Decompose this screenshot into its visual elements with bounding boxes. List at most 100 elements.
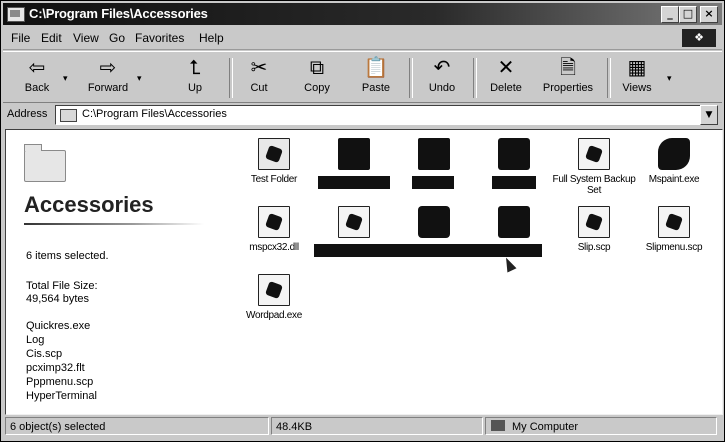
address-label: Address [7,108,48,120]
copy-icon: ⧉ [309,55,325,79]
file-item-selected[interactable] [472,136,556,196]
cut-button[interactable]: ✂ Cut [239,54,279,100]
back-dropdown-icon[interactable]: ▾ [63,74,68,84]
file-name: Wordpad.exe [246,310,302,321]
file-item-selected[interactable] [472,204,556,264]
status-bar: 6 object(s) selected 48.4KB My Computer [3,415,722,439]
menu-favorites[interactable]: Favorites [135,31,184,45]
file-item[interactable]: Wordpad.exe [232,272,316,332]
file-item-selected[interactable] [392,204,476,264]
selection-highlight [318,176,390,189]
backup-icon [578,138,610,170]
scissors-icon: ✂ [250,55,268,79]
minimize-button[interactable]: _ [661,6,679,23]
address-dropdown-button[interactable]: ▼ [700,105,718,125]
selection-highlight [314,244,392,257]
file-item[interactable]: Full System Backup Set [552,136,636,196]
document-icon [338,206,370,238]
views-button[interactable]: ▦ Views [617,54,657,100]
menu-help[interactable]: Help [199,31,224,45]
folder-icon [258,138,290,170]
folder-icon [338,138,370,170]
toolbar-separator [607,58,611,98]
selected-file-name: Quickres.exe [26,320,91,332]
address-bar: Address C:\Program Files\Accessories ▼ [3,103,722,127]
delete-button[interactable]: ✕ Delete [483,54,529,100]
file-name: mspcx32.dll [249,242,299,253]
address-value[interactable]: C:\Program Files\Accessories [82,108,227,120]
file-item-selected[interactable] [312,136,396,196]
toolbar-separator [229,58,233,98]
folder-icon [7,7,25,22]
back-arrow-icon: ⇦ [28,55,46,79]
folder-icon [60,109,77,122]
script-icon [658,206,690,238]
web-view-info-pane: Accessories 6 items selected. Total File… [6,130,220,414]
clipboard-icon: 📋 [363,55,389,79]
file-name: Test Folder [250,174,298,185]
paint-icon [658,138,690,170]
dll-icon [258,206,290,238]
file-item-selected[interactable] [392,136,476,196]
total-size-value: 49,564 bytes [26,293,89,305]
menu-bar: File Edit View Go Favorites Help ❖ [3,27,722,50]
views-dropdown-icon[interactable]: ▾ [667,74,672,84]
file-item[interactable]: mspcx32.dll [232,204,316,264]
undo-button[interactable]: ↶ Undo [421,54,463,100]
selection-count: 6 items selected. [26,250,109,262]
selected-file-name: pcximp32.flt [26,362,85,374]
selection-highlight [472,244,542,257]
menu-go[interactable]: Go [109,31,125,45]
folder-icon [418,138,450,170]
selection-highlight [492,176,536,189]
selected-file-name: HyperTerminal [26,390,97,402]
up-button[interactable]: ⮤ Up [175,54,215,100]
file-name: Mspaint.exe [648,174,700,185]
undo-icon: ↶ [433,55,451,79]
delete-x-icon: ✕ [497,55,515,79]
menu-view[interactable]: View [73,31,99,45]
document-icon [418,206,450,238]
selection-highlight [412,176,454,189]
properties-button[interactable]: 🗎 Properties [537,54,599,100]
copy-button[interactable]: ⧉ Copy [295,54,339,100]
file-item[interactable]: Slipmenu.scp [632,204,716,264]
file-item[interactable]: Mspaint.exe [632,136,716,196]
toolbar-separator [473,58,477,98]
file-name: Full System Backup Set [552,174,636,196]
folder-icon [24,144,66,182]
forward-arrow-icon: ⇨ [99,55,117,79]
script-icon [578,206,610,238]
status-zone: My Computer [485,417,717,435]
menu-file[interactable]: File [11,31,30,45]
views-grid-icon: ▦ [627,55,647,79]
folder-view: Accessories 6 items selected. Total File… [5,129,723,415]
title-divider [24,223,204,225]
maximize-button[interactable]: □ [679,6,697,23]
close-button[interactable]: × [700,6,718,23]
forward-dropdown-icon[interactable]: ▾ [137,74,142,84]
file-name: Slipmenu.scp [645,242,703,253]
file-item[interactable]: Slip.scp [552,204,636,264]
paste-button[interactable]: 📋 Paste [353,54,399,100]
up-folder-icon: ⮤ [189,55,201,79]
computer-icon [491,420,505,431]
address-input[interactable]: C:\Program Files\Accessories [55,105,703,125]
file-item-selected[interactable] [312,204,396,264]
file-name: Slip.scp [577,242,611,253]
folder-title: Accessories [24,192,154,217]
status-objects: 6 object(s) selected [5,417,269,435]
window-title: C:\Program Files\Accessories [29,6,208,21]
selection-highlight [392,244,476,257]
toolbar: ⇦ Back ▾ ⇨ Forward ▾ ⮤ Up ✂ Cut ⧉ Copy 📋… [3,51,722,103]
title-bar[interactable]: C:\Program Files\Accessories _ □ × [3,3,722,25]
explorer-window: C:\Program Files\Accessories _ □ × File … [0,0,725,442]
menu-edit[interactable]: Edit [41,31,62,45]
selected-file-name: Pppmenu.scp [26,376,94,388]
terminal-icon [498,206,530,238]
toolbar-separator [409,58,413,98]
back-button[interactable]: ⇦ Back [17,54,57,100]
file-item[interactable]: Test Folder [232,136,316,196]
properties-icon: 🗎 [559,55,577,79]
forward-button[interactable]: ⇨ Forward [81,54,135,100]
